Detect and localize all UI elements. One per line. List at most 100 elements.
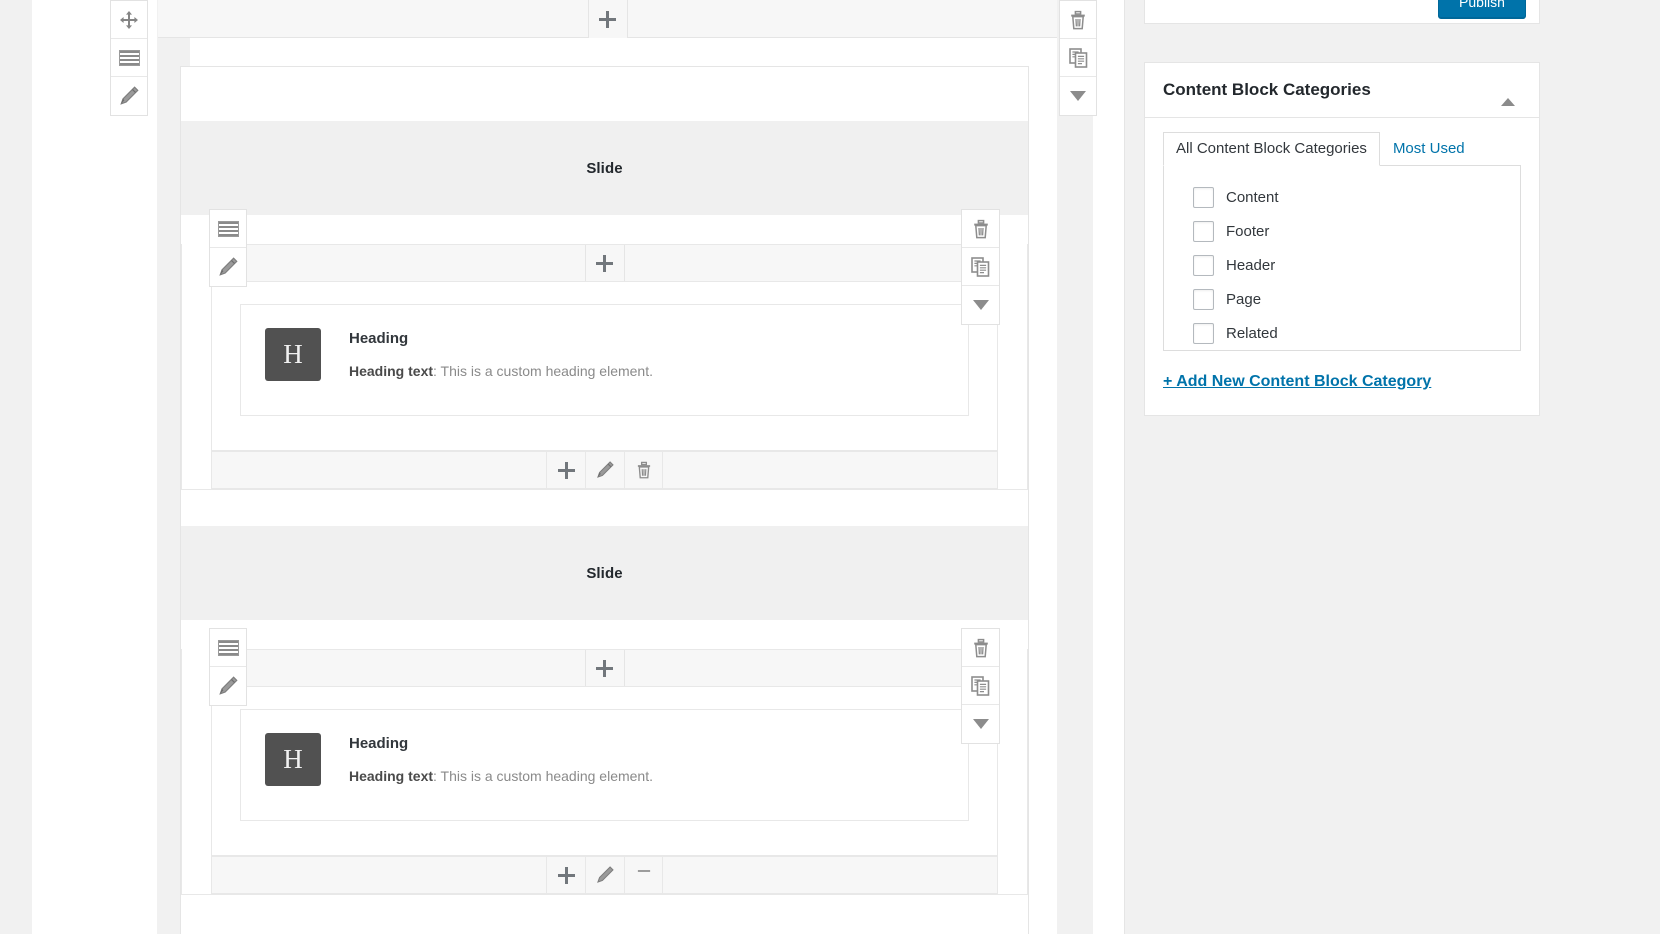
- trash-icon: [637, 870, 650, 872]
- delete-element-button[interactable]: [624, 856, 663, 894]
- element-text: Heading Heading text: This is a custom h…: [349, 326, 653, 379]
- settings-button[interactable]: [111, 39, 147, 77]
- slide-toolbar-left: [209, 209, 247, 287]
- checkbox-related[interactable]: [1193, 322, 1214, 344]
- move-button[interactable]: [111, 1, 147, 39]
- add-new-category-link[interactable]: + Add New Content Block Category: [1163, 373, 1431, 391]
- lines-icon: [217, 220, 239, 237]
- duplicate-icon: [971, 676, 990, 696]
- element-description: Heading text: This is a custom heading e…: [349, 768, 653, 784]
- slide-settings-button[interactable]: [210, 629, 246, 667]
- slide-collapse-button[interactable]: [962, 286, 999, 324]
- checkbox-content[interactable]: [1193, 186, 1214, 208]
- checkbox-footer[interactable]: [1193, 220, 1214, 242]
- publish-button[interactable]: Publish: [1438, 0, 1526, 18]
- category-label: Header: [1226, 256, 1276, 274]
- toggle-panel-button[interactable]: [1495, 75, 1521, 106]
- add-row-button[interactable]: [587, 0, 628, 38]
- categories-box-title: Content Block Categories: [1163, 80, 1371, 99]
- tab-most-used[interactable]: Most Used: [1380, 132, 1478, 166]
- list-item[interactable]: Footer: [1164, 214, 1520, 248]
- slide-group: Slide H Heading Heading text: This is a …: [181, 121, 1028, 490]
- element-title: Heading: [349, 330, 409, 347]
- slide-collapse-button[interactable]: [962, 705, 999, 743]
- add-element-button[interactable]: [584, 245, 625, 281]
- element-card[interactable]: H Heading Heading text: This is a custom…: [240, 304, 969, 416]
- editor-canvas: Slide H Heading Heading text: This is a …: [180, 66, 1029, 934]
- content-block-categories-box: Content Block Categories All Content Blo…: [1144, 62, 1540, 416]
- duplicate-row-button[interactable]: [1060, 39, 1096, 77]
- slide-toolbar-right: [961, 209, 1000, 325]
- checkbox-header[interactable]: [1193, 254, 1214, 276]
- caret-up-icon: [1501, 81, 1515, 106]
- outer-add-row-bar: [158, 0, 1057, 38]
- plus-icon: [557, 866, 575, 884]
- add-element-button[interactable]: [584, 650, 625, 686]
- caret-down-icon: [972, 719, 989, 729]
- slide-delete-button[interactable]: [962, 629, 999, 667]
- category-label: Page: [1226, 290, 1262, 308]
- slide-body: H Heading Heading text: This is a custom…: [181, 244, 1028, 490]
- slide-duplicate-button[interactable]: [962, 667, 999, 705]
- slide-edit-button[interactable]: [210, 248, 246, 286]
- edit-element-button[interactable]: [585, 856, 624, 894]
- caret-down-icon: [1070, 91, 1086, 101]
- element-title: Heading: [349, 735, 409, 752]
- slide-settings-button[interactable]: [210, 210, 246, 248]
- element-desc-value: This is a custom heading element.: [440, 768, 653, 784]
- category-label: Related: [1226, 324, 1278, 342]
- list-item[interactable]: Header: [1164, 248, 1520, 282]
- element-desc-sep: :: [433, 768, 441, 784]
- list-item[interactable]: Page: [1164, 282, 1520, 316]
- element-text: Heading Heading text: This is a custom h…: [349, 731, 653, 784]
- categories-box-body: All Content Block Categories Most Used C…: [1145, 118, 1539, 415]
- category-label: Footer: [1226, 222, 1270, 240]
- list-item[interactable]: Related: [1164, 316, 1520, 350]
- element-footer-toolbar: [211, 451, 998, 489]
- pencil-icon: [120, 86, 139, 105]
- tab-all-content-block-categories[interactable]: All Content Block Categories: [1163, 132, 1380, 166]
- add-element-footer-button[interactable]: [546, 451, 585, 489]
- slide-delete-button[interactable]: [962, 210, 999, 248]
- delete-element-button[interactable]: [624, 451, 663, 489]
- element-description: Heading text: This is a custom heading e…: [349, 363, 653, 379]
- slide-title: Slide: [181, 121, 1028, 215]
- move-icon: [120, 10, 138, 29]
- collapse-row-button[interactable]: [1060, 77, 1096, 115]
- plus-icon: [596, 254, 613, 272]
- list-item[interactable]: Content: [1164, 180, 1520, 214]
- element-desc-sep: :: [433, 363, 441, 379]
- pencil-icon: [597, 866, 614, 883]
- categories-box-header: Content Block Categories: [1145, 63, 1539, 118]
- add-element-footer-button[interactable]: [546, 856, 585, 894]
- slide-edit-button[interactable]: [210, 667, 246, 705]
- slide-toolbar-left: [209, 628, 247, 706]
- slide-element-area: H Heading Heading text: This is a custom…: [211, 282, 998, 451]
- left-gutter: [0, 0, 32, 934]
- slide-add-element-bar: [211, 244, 998, 282]
- categories-tabs: All Content Block Categories Most Used: [1163, 132, 1521, 166]
- element-card[interactable]: H Heading Heading text: This is a custom…: [240, 709, 969, 821]
- pencil-icon: [219, 676, 238, 695]
- outer-toolbar-left: [110, 0, 148, 116]
- element-desc-label: Heading text: [349, 363, 434, 379]
- duplicate-icon: [971, 257, 990, 277]
- pencil-icon: [219, 257, 238, 276]
- delete-row-button[interactable]: [1060, 1, 1096, 39]
- plus-icon: [596, 659, 613, 677]
- element-desc-value: This is a custom heading element.: [440, 363, 653, 379]
- trash-icon: [973, 219, 988, 238]
- checkbox-page[interactable]: [1193, 288, 1214, 310]
- editor-panel: Slide H Heading Heading text: This is a …: [32, 0, 1125, 934]
- edit-button[interactable]: [111, 77, 147, 115]
- trash-icon: [637, 461, 650, 479]
- slide-group: Slide H Heading Heading text: This is a …: [181, 526, 1028, 895]
- outer-toolbar-right: [1059, 0, 1097, 116]
- pencil-icon: [597, 461, 614, 478]
- slide-duplicate-button[interactable]: [962, 248, 999, 286]
- edit-element-button[interactable]: [585, 451, 624, 489]
- slide-body: H Heading Heading text: This is a custom…: [181, 649, 1028, 895]
- lines-icon: [217, 639, 239, 656]
- heading-element-icon: H: [265, 328, 321, 381]
- caret-down-icon: [972, 300, 989, 310]
